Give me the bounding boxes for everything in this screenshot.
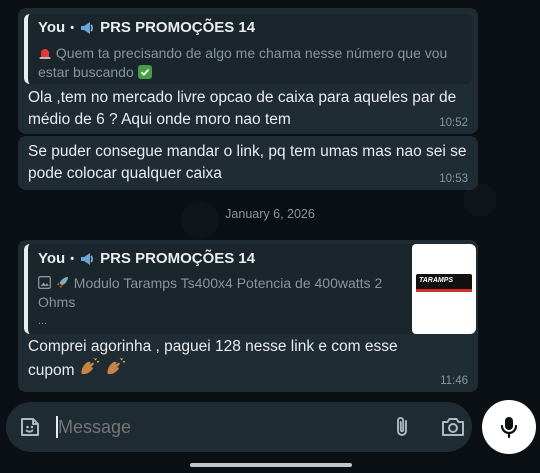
- message-input[interactable]: [58, 412, 358, 442]
- clapping-hands-icon: [79, 357, 101, 378]
- quote-group-name: PRS PROMOÇÕES 14: [100, 250, 256, 267]
- message-time: 10:52: [439, 117, 468, 129]
- image-icon: [38, 275, 51, 289]
- message-text: Comprei agorinha , paguei 128 nesse link…: [28, 336, 448, 382]
- quote-header: You • PRS PROMOÇÕES 14: [38, 19, 255, 36]
- quoted-message[interactable]: You • PRS PROMOÇÕES 14 Modulo Taramps Ts…: [24, 244, 476, 334]
- message-text: Ola ,tem no mercado livre opcao de caixa…: [28, 89, 457, 128]
- clapping-hands-icon: [105, 357, 127, 378]
- message-bubble[interactable]: You • PRS PROMOÇÕES 14 Modulo Taramps Ts…: [18, 240, 478, 392]
- quote-text: Modulo Taramps Ts400x4 Potencia de 400wa…: [38, 275, 383, 310]
- quote-group-name: PRS PROMOÇÕES 14: [100, 19, 256, 36]
- quote-text-block: Quem ta precisando de algo me chama ness…: [38, 44, 468, 82]
- quote-text-block: Modulo Taramps Ts400x4 Potencia de 400wa…: [38, 274, 418, 312]
- quote-header: You • PRS PROMOÇÕES 14: [38, 250, 255, 267]
- message-composer: [6, 402, 472, 452]
- sticker-icon[interactable]: [18, 415, 42, 439]
- quote-author: You: [38, 19, 66, 36]
- camera-icon[interactable]: [440, 415, 466, 439]
- mic-icon: [498, 415, 520, 439]
- siren-icon: [38, 46, 52, 60]
- rocket-icon: [55, 275, 70, 290]
- message-text: Se puder consegue mandar o link, pq tem …: [28, 143, 467, 182]
- megaphone-icon: [79, 21, 95, 35]
- quote-separator: •: [70, 21, 75, 34]
- megaphone-icon: [79, 252, 95, 266]
- product-stripe: [416, 289, 472, 292]
- quote-text: Quem ta precisando de algo me chama ness…: [38, 45, 448, 80]
- date-separator: January 6, 2026: [225, 207, 315, 221]
- quoted-message[interactable]: You • PRS PROMOÇÕES 14 Quem ta precisand…: [24, 14, 472, 84]
- mic-button[interactable]: [482, 400, 536, 454]
- message-time: 10:53: [439, 173, 468, 185]
- quote-more: ...: [38, 315, 48, 327]
- quote-separator: •: [70, 252, 75, 265]
- gesture-nav-bar[interactable]: [190, 463, 352, 467]
- quote-author: You: [38, 250, 66, 267]
- check-mark-icon: [137, 65, 152, 79]
- link-preview-thumbnail[interactable]: TARAMPS: [412, 244, 476, 334]
- paperclip-icon[interactable]: [390, 415, 414, 439]
- message-bubble[interactable]: Se puder consegue mandar o link, pq tem …: [18, 136, 478, 190]
- message-time: 11:46: [440, 375, 468, 387]
- product-image: TARAMPS: [416, 274, 472, 292]
- thumb-brand-label: TARAMPS: [419, 277, 454, 284]
- message-bubble[interactable]: You • PRS PROMOÇÕES 14 Quem ta precisand…: [18, 8, 478, 134]
